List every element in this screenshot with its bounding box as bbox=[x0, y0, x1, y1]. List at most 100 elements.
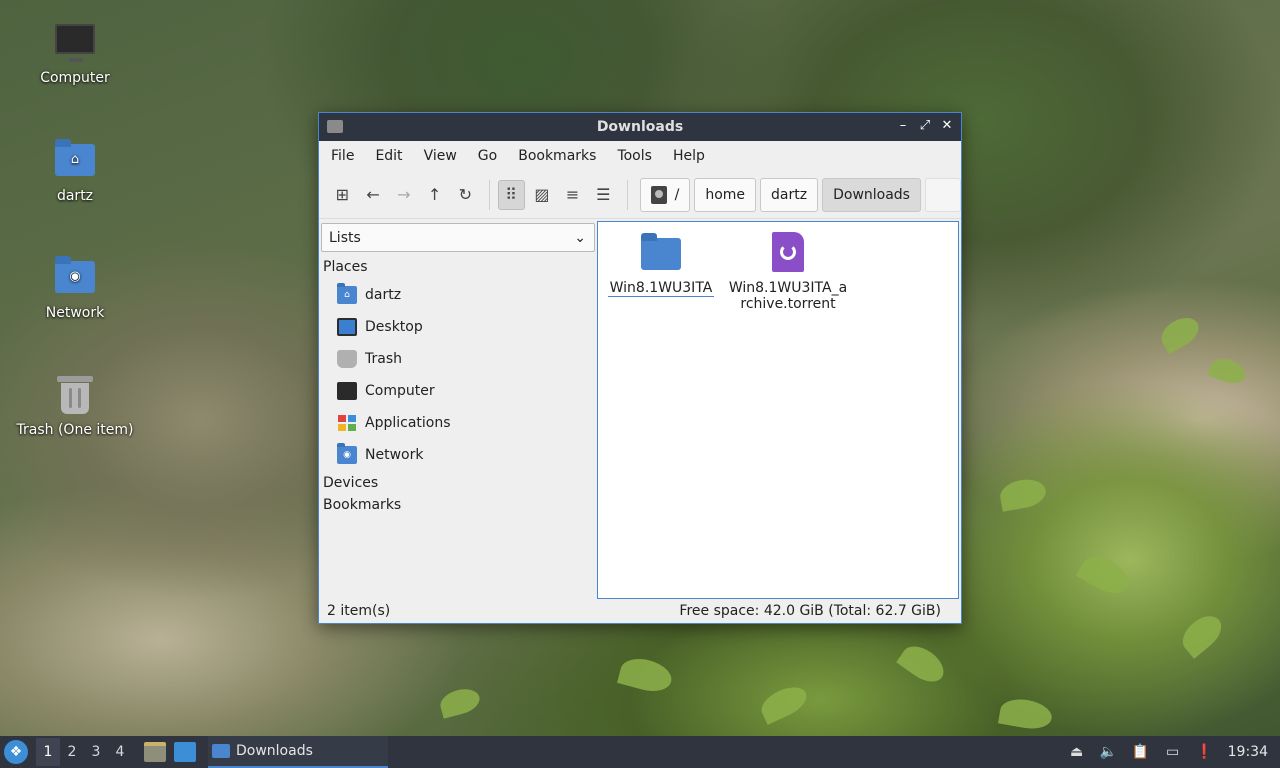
devices-header[interactable]: Devices bbox=[319, 471, 597, 491]
volume-icon[interactable]: 🔈 bbox=[1100, 743, 1118, 761]
torrent-file-icon bbox=[772, 232, 804, 272]
forward-arrow-icon[interactable]: → bbox=[390, 180, 417, 210]
path-crumb-user[interactable]: dartz bbox=[760, 177, 819, 212]
file-name: Win8.1WU3ITA_a bbox=[728, 280, 848, 296]
place-home[interactable]: ⌂ dartz bbox=[319, 279, 597, 311]
system-tray: ⏏ 🔈 📋 ▭ ❗ 19:34 bbox=[1068, 743, 1280, 761]
desktop-icon-label: Trash (One item) bbox=[16, 422, 134, 438]
folder-icon bbox=[327, 120, 343, 133]
place-computer[interactable]: Computer bbox=[319, 375, 597, 407]
window-title: Downloads bbox=[596, 119, 684, 135]
workspace-2[interactable]: 2 bbox=[60, 738, 84, 766]
side-pane-mode-select[interactable]: Lists ⌄ bbox=[321, 223, 595, 252]
taskbar-task-downloads[interactable]: Downloads bbox=[208, 736, 388, 768]
home-folder-icon: ⌂ bbox=[53, 138, 97, 182]
path-bar: / home dartz Downloads bbox=[639, 177, 961, 212]
path-crumb-root[interactable]: / bbox=[639, 177, 691, 212]
toolbar-separator bbox=[488, 179, 490, 210]
status-bar: 2 item(s) Free space: 42.0 GiB (Total: 6… bbox=[319, 599, 961, 623]
menu-go[interactable]: Go bbox=[472, 148, 503, 164]
workspace-3[interactable]: 3 bbox=[84, 738, 108, 766]
back-arrow-icon[interactable]: ← bbox=[360, 180, 387, 210]
file-name-continued: rchive.torrent bbox=[740, 296, 836, 312]
place-label: Applications bbox=[365, 415, 451, 431]
places-header[interactable]: Places bbox=[319, 252, 597, 275]
place-label: Trash bbox=[365, 351, 402, 367]
taskbar: ❖ 1 2 3 4 Downloads ⏏ 🔈 📋 ▭ ❗ 19:34 bbox=[0, 736, 1280, 768]
computer-icon bbox=[53, 20, 97, 64]
file-manager-launcher-icon[interactable] bbox=[144, 742, 166, 762]
chevron-down-icon: ⌄ bbox=[574, 229, 586, 246]
thumbnail-view-icon[interactable]: ▨ bbox=[529, 180, 556, 210]
desktop-icon-trash[interactable]: Trash (One item) bbox=[10, 372, 140, 438]
show-desktop-icon[interactable] bbox=[174, 742, 196, 762]
close-icon[interactable]: ✕ bbox=[939, 118, 955, 134]
desktop-icon-computer[interactable]: Computer bbox=[10, 20, 140, 86]
clipboard-icon[interactable]: 📋 bbox=[1132, 743, 1150, 761]
desktop-icon-label: Computer bbox=[40, 70, 110, 86]
computer-icon bbox=[337, 382, 357, 400]
path-crumb-current[interactable]: Downloads bbox=[822, 177, 921, 212]
trash-icon bbox=[53, 372, 97, 416]
path-crumb-label: / bbox=[674, 186, 680, 203]
task-label: Downloads bbox=[236, 743, 313, 759]
desktop-icon-label: Network bbox=[45, 305, 105, 321]
menu-view[interactable]: View bbox=[418, 148, 463, 164]
place-label: Desktop bbox=[365, 319, 423, 335]
place-label: dartz bbox=[365, 287, 402, 303]
maximize-icon[interactable]: ⤢ bbox=[917, 118, 933, 134]
path-crumb-home[interactable]: home bbox=[694, 177, 757, 212]
desktop-icon bbox=[337, 318, 357, 336]
reload-icon[interactable]: ↻ bbox=[452, 180, 479, 210]
network-folder-icon: ◉ bbox=[53, 255, 97, 299]
place-label: Computer bbox=[365, 383, 435, 399]
detailed-list-view-icon[interactable]: ☰ bbox=[590, 180, 617, 210]
file-item-folder[interactable]: Win8.1WU3ITA bbox=[601, 230, 721, 297]
file-name: Win8.1WU3ITA bbox=[607, 280, 715, 297]
toolbar: ⊞ ← → ↑ ↻ ⠿ ▨ ≡ ☰ / home dartz Downloads bbox=[319, 171, 961, 219]
desktop-icon-home-folder[interactable]: ⌂ dartz bbox=[10, 138, 140, 204]
workspace-1[interactable]: 1 bbox=[36, 738, 60, 766]
eject-icon[interactable]: ⏏ bbox=[1068, 743, 1086, 761]
path-bar-spacer bbox=[924, 177, 961, 212]
menubar: File Edit View Go Bookmarks Tools Help bbox=[319, 141, 961, 171]
workspace-4[interactable]: 4 bbox=[108, 738, 132, 766]
file-item-torrent[interactable]: Win8.1WU3ITA_a rchive.torrent bbox=[728, 230, 848, 312]
menu-edit[interactable]: Edit bbox=[369, 148, 408, 164]
place-desktop[interactable]: Desktop bbox=[319, 311, 597, 343]
network-folder-icon: ◉ bbox=[337, 443, 357, 464]
folder-icon bbox=[641, 233, 681, 270]
clock[interactable]: 19:34 bbox=[1228, 744, 1268, 760]
notification-icon[interactable]: ❗ bbox=[1196, 743, 1214, 761]
side-pane: Lists ⌄ Places ⌂ dartz Desktop Trash Com… bbox=[319, 221, 597, 601]
status-item-count: 2 item(s) bbox=[327, 603, 391, 619]
home-folder-icon: ⌂ bbox=[337, 283, 357, 304]
trash-icon bbox=[337, 350, 357, 368]
bookmarks-header[interactable]: Bookmarks bbox=[319, 491, 597, 513]
file-manager-window: Downloads – ⤢ ✕ File Edit View Go Bookma… bbox=[318, 112, 962, 624]
minimize-icon[interactable]: – bbox=[895, 118, 911, 134]
drive-icon bbox=[650, 185, 667, 204]
icon-view-icon[interactable]: ⠿ bbox=[497, 179, 525, 210]
folder-icon bbox=[212, 744, 230, 758]
menu-help[interactable]: Help bbox=[667, 148, 711, 164]
menu-tools[interactable]: Tools bbox=[611, 148, 658, 164]
place-network[interactable]: ◉ Network bbox=[319, 439, 597, 471]
side-pane-mode-value: Lists bbox=[329, 229, 361, 246]
place-applications[interactable]: Applications bbox=[319, 407, 597, 439]
applications-icon bbox=[337, 414, 357, 432]
start-menu-icon[interactable]: ❖ bbox=[4, 740, 28, 764]
network-status-icon[interactable]: ▭ bbox=[1164, 743, 1182, 761]
window-titlebar[interactable]: Downloads – ⤢ ✕ bbox=[319, 113, 961, 141]
place-label: Network bbox=[365, 447, 424, 463]
desktop-icon-network[interactable]: ◉ Network bbox=[10, 255, 140, 321]
place-trash[interactable]: Trash bbox=[319, 343, 597, 375]
status-free-space: Free space: 42.0 GiB (Total: 62.7 GiB) bbox=[679, 603, 941, 619]
menu-file[interactable]: File bbox=[325, 148, 360, 164]
menu-bookmarks[interactable]: Bookmarks bbox=[512, 148, 602, 164]
toolbar-separator bbox=[626, 179, 628, 210]
compact-view-icon[interactable]: ≡ bbox=[559, 180, 586, 210]
up-arrow-icon[interactable]: ↑ bbox=[421, 180, 448, 210]
file-view[interactable]: Win8.1WU3ITA Win8.1WU3ITA_a rchive.torre… bbox=[597, 221, 959, 599]
new-tab-icon[interactable]: ⊞ bbox=[329, 180, 356, 210]
